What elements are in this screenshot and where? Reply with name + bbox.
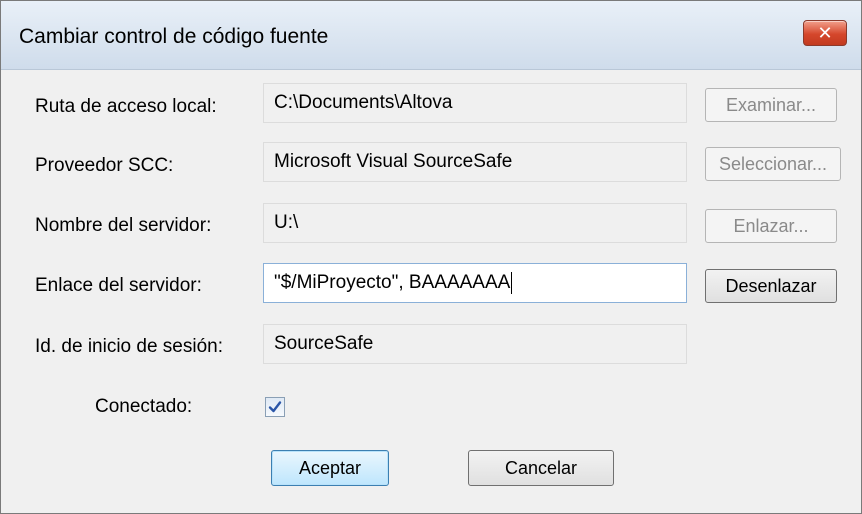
login-id-label: Id. de inicio de sesión: — [35, 336, 224, 357]
cancel-button[interactable]: Cancelar — [468, 450, 614, 486]
login-id-field[interactable]: SourceSafe — [263, 324, 687, 364]
server-binding-value: "$/MiProyecto", BAAAAAAA — [274, 272, 511, 293]
text-caret — [511, 272, 513, 294]
local-path-field[interactable]: C:\Documents\Altova — [263, 83, 687, 123]
server-name-field[interactable]: U:\ — [263, 203, 687, 243]
local-path-label: Ruta de acceso local: — [35, 96, 217, 117]
scc-provider-field[interactable]: Microsoft Visual SourceSafe — [263, 142, 687, 182]
checkmark-icon — [268, 401, 282, 413]
close-button[interactable]: ✕ — [803, 20, 847, 46]
unbind-button[interactable]: Desenlazar — [705, 269, 837, 303]
dialog-title: Cambiar control de código fuente — [19, 25, 329, 48]
connected-checkbox[interactable] — [265, 397, 285, 417]
server-binding-label: Enlace del servidor: — [35, 275, 202, 296]
dialog-content: Ruta de acceso local: C:\Documents\Altov… — [1, 70, 861, 513]
select-provider-button[interactable]: Seleccionar... — [705, 147, 841, 181]
scc-provider-label: Proveedor SCC: — [35, 155, 174, 176]
bind-button[interactable]: Enlazar... — [705, 209, 837, 243]
title-bar: Cambiar control de código fuente ✕ — [1, 1, 861, 70]
server-binding-field[interactable]: "$/MiProyecto", BAAAAAAA — [263, 263, 687, 303]
browse-button[interactable]: Examinar... — [705, 88, 837, 122]
server-name-label: Nombre del servidor: — [35, 215, 212, 236]
ok-button[interactable]: Aceptar — [271, 450, 389, 486]
connected-label: Conectado: — [95, 396, 193, 417]
dialog-window: Cambiar control de código fuente ✕ Ruta … — [0, 0, 862, 514]
close-icon: ✕ — [817, 22, 833, 44]
